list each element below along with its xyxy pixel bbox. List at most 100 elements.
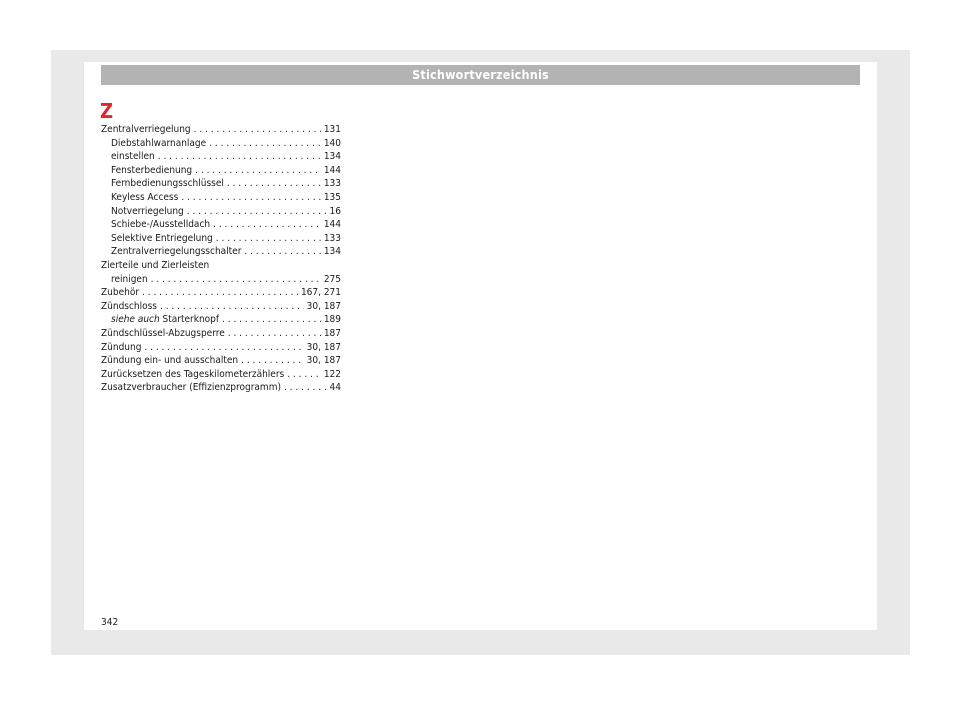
index-term: Schiebe-/Ausstelldach — [111, 218, 210, 232]
section-header: Stichwortverzeichnis — [101, 65, 860, 85]
page-reference: 134 — [323, 246, 341, 258]
index-entry: Zentralverriegelung 131 — [101, 123, 341, 137]
leader-dots — [194, 123, 321, 137]
leader-dots — [151, 273, 321, 287]
page-reference: 133 — [323, 178, 341, 190]
index-entry: Zusatzverbraucher (Effizienzprogramm) 44 — [101, 381, 341, 395]
index-entry: Zurücksetzen des Tageskilometerzählers 12… — [101, 368, 341, 382]
index-term: Zentralverriegelung — [101, 123, 191, 137]
page-reference: 30, 187 — [306, 341, 341, 353]
index-list: Zentralverriegelung 131 Diebstahlwarnanlag… — [101, 123, 341, 395]
leader-dots — [244, 245, 320, 259]
index-term: Fensterbedienung — [111, 164, 192, 178]
index-term: Fernbedienungsschlüssel — [111, 177, 224, 191]
index-term-text: Zentralverriegelung — [101, 124, 191, 135]
see-also-prefix: siehe auch — [111, 314, 160, 326]
index-entry: Fensterbedienung 144 — [101, 164, 341, 178]
index-entry: Zündschlüssel-Abzugsperre 187 — [101, 327, 341, 341]
page-reference: 167, 271 — [300, 287, 341, 299]
leader-dots — [160, 300, 304, 314]
page-reference: 30, 187 — [306, 355, 341, 367]
page-reference: 144 — [323, 219, 341, 231]
leader-dots — [241, 354, 304, 368]
index-term: Zündschloss — [101, 300, 157, 314]
index-term-text: Zurücksetzen des Tageskilometerzählers — [101, 368, 285, 380]
index-entry: Zubehör 167, 271 — [101, 286, 341, 300]
leader-dots — [209, 137, 321, 151]
index-term-text: Zentralverriegelungsschalter — [111, 246, 242, 258]
index-term-text: Starterknopf — [162, 314, 220, 326]
index-entry: Zündschloss 30, 187 — [101, 300, 341, 314]
index-term-text: Zierteile und Zierleisten — [101, 259, 210, 271]
index-entry: Zentralverriegelungsschalter 134 — [101, 245, 341, 259]
leader-dots — [158, 150, 321, 164]
leader-dots — [228, 327, 321, 341]
leader-dots — [287, 368, 321, 382]
index-term-text: Zubehör — [101, 287, 140, 299]
leader-dots — [222, 313, 321, 327]
index-term: Zierteile und Zierleisten — [101, 259, 341, 273]
index-entry: einstellen 134 — [101, 150, 341, 164]
page-reference: 275 — [323, 273, 341, 285]
index-term-text: einstellen — [111, 151, 155, 163]
leader-dots — [142, 286, 298, 300]
page-reference: 16 — [329, 205, 341, 217]
index-term-text: Fensterbedienung — [111, 164, 193, 176]
index-entry: Zierteile und Zierleisten — [101, 259, 341, 273]
index-entry: Zündung 30, 187 — [101, 341, 341, 355]
page-reference: 30, 187 — [306, 300, 341, 312]
index-term: Diebstahlwarnanlage — [111, 137, 206, 151]
page-reference: 133 — [323, 232, 341, 244]
index-term-text: Notverriegelung — [111, 205, 184, 217]
index-entry: Zündung ein- und ausschalten 30, 187 — [101, 354, 341, 368]
index-term: Zubehör — [101, 286, 139, 300]
leader-dots — [195, 164, 321, 178]
index-entry: Selektive Entriegelung 133 — [101, 232, 341, 246]
index-entry: Keyless Access 135 — [101, 191, 341, 205]
leader-dots — [213, 218, 321, 232]
index-term-text: Zündschloss — [101, 300, 157, 312]
index-term: einstellen — [111, 150, 155, 164]
index-term: Zündung — [101, 341, 141, 355]
page-reference: 187 — [323, 327, 341, 339]
leader-dots — [284, 381, 327, 395]
page-reference: 44 — [329, 382, 341, 394]
index-term-text: Fernbedienungsschlüssel — [111, 178, 224, 190]
index-entry: siehe auch Starterknopf 189 — [101, 313, 341, 327]
index-term-text: reinigen — [111, 273, 148, 285]
index-term: reinigen — [111, 273, 148, 287]
page-reference: 189 — [323, 314, 341, 326]
leader-dots — [181, 191, 321, 205]
index-term-text: Zusatzverbraucher (Effizienzprogramm) — [101, 382, 281, 394]
index-term-text: Zündung — [101, 341, 142, 353]
index-term-text: Selektive Entriegelung — [111, 232, 213, 244]
index-term-text: Keyless Access — [111, 191, 179, 203]
index-entry: Diebstahlwarnanlage 140 — [101, 137, 341, 151]
index-term: Notverriegelung — [111, 205, 184, 219]
index-term: siehe auch Starterknopf — [111, 313, 219, 327]
page-reference: 140 — [323, 137, 341, 149]
leader-dots — [144, 341, 303, 355]
index-term: Zündschlüssel-Abzugsperre — [101, 327, 225, 341]
index-entry: Fernbedienungsschlüssel 133 — [101, 177, 341, 191]
index-term-text: Zündung ein- und ausschalten — [101, 355, 239, 367]
page-reference: 134 — [323, 151, 341, 163]
index-term-text: Schiebe-/Ausstelldach — [111, 219, 211, 231]
index-term: Zurücksetzen des Tageskilometerzählers — [101, 368, 284, 382]
index-term: Zusatzverbraucher (Effizienzprogramm) — [101, 381, 281, 395]
index-term: Selektive Entriegelung — [111, 232, 213, 246]
page-reference: 131 — [323, 124, 341, 135]
index-term-text: Zündschlüssel-Abzugsperre — [101, 327, 225, 339]
index-term: Keyless Access — [111, 191, 178, 205]
page-number: 342 — [101, 617, 119, 628]
index-term: Zentralverriegelungsschalter — [111, 245, 241, 259]
page-reference: 135 — [323, 191, 341, 203]
leader-dots — [187, 205, 327, 219]
index-term: Zündung ein- und ausschalten — [101, 354, 238, 368]
page-reference: 144 — [323, 164, 341, 176]
section-letter: Z — [100, 99, 114, 123]
leader-dots — [227, 177, 321, 191]
index-entry: Schiebe-/Ausstelldach 144 — [101, 218, 341, 232]
index-term-text: Diebstahlwarnanlage — [111, 137, 207, 149]
leader-dots — [216, 232, 321, 246]
